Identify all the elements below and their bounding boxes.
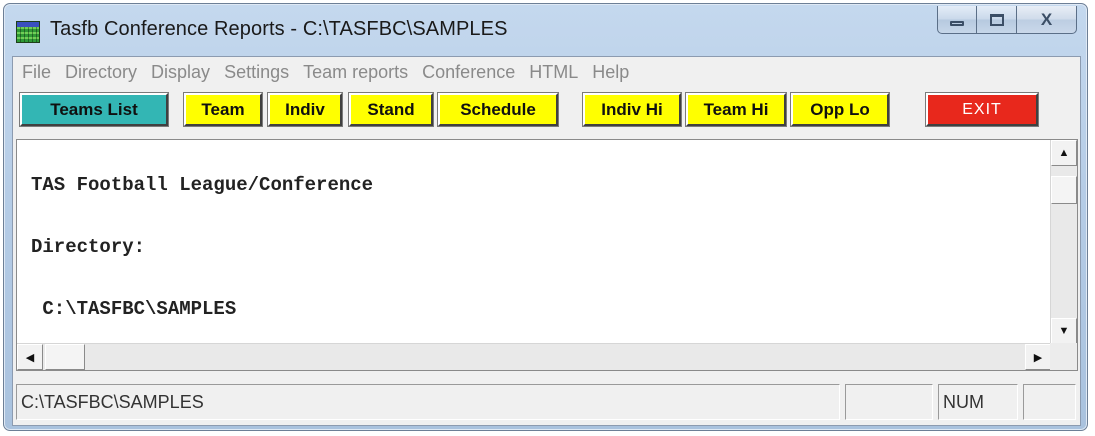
menu-help[interactable]: Help [586, 62, 637, 83]
client-area: File Directory Display Settings Team rep… [12, 56, 1081, 426]
arrow-left-icon: ◀ [25, 351, 35, 364]
report-text-pane[interactable]: TAS Football League/Conference Directory… [16, 139, 1078, 371]
vertical-scroll-thumb[interactable] [1051, 176, 1077, 204]
minimize-button[interactable] [937, 6, 977, 34]
scroll-up-button[interactable]: ▲ [1051, 140, 1077, 166]
report-heading: TAS Football League/Conference [31, 174, 374, 196]
arrow-down-icon: ▼ [1058, 325, 1070, 337]
directory-path: C:\TASFBC\SAMPLES [31, 298, 237, 320]
maximize-icon [989, 13, 1004, 26]
menu-bar: File Directory Display Settings Team rep… [13, 57, 1080, 87]
close-button[interactable]: X [1017, 6, 1077, 34]
directory-label: Directory: [31, 236, 146, 258]
minimize-icon [950, 21, 964, 26]
horizontal-scrollbar[interactable]: ◀ ▶ [17, 343, 1051, 370]
scroll-right-button[interactable]: ▶ [1025, 344, 1051, 370]
horizontal-scroll-thumb[interactable] [45, 344, 85, 370]
close-icon: X [1040, 9, 1053, 29]
vertical-scrollbar[interactable]: ▲ ▼ [1050, 140, 1077, 344]
report-content: TAS Football League/Conference Directory… [17, 140, 1051, 344]
menu-conference[interactable]: Conference [416, 62, 523, 83]
arrow-right-icon: ▶ [1033, 351, 1043, 364]
menu-directory[interactable]: Directory [59, 62, 145, 83]
menu-team-reports[interactable]: Team reports [297, 62, 416, 83]
scroll-down-button[interactable]: ▼ [1051, 318, 1077, 344]
menu-html[interactable]: HTML [523, 62, 586, 83]
indiv-hi-button[interactable]: Indiv Hi [582, 92, 682, 127]
status-panel-2 [845, 384, 933, 420]
app-icon[interactable] [16, 21, 40, 43]
menu-display[interactable]: Display [145, 62, 218, 83]
team-hi-button[interactable]: Team Hi [685, 92, 787, 127]
stand-button[interactable]: Stand [348, 92, 434, 127]
indiv-button[interactable]: Indiv [267, 92, 343, 127]
toolbar: Teams List Team Indiv Stand Schedule Ind… [16, 89, 1076, 133]
schedule-button[interactable]: Schedule [437, 92, 559, 127]
status-num: NUM [938, 384, 1018, 420]
menu-settings[interactable]: Settings [218, 62, 297, 83]
team-button[interactable]: Team [183, 92, 263, 127]
arrow-up-icon: ▲ [1058, 147, 1070, 159]
scroll-left-button[interactable]: ◀ [17, 344, 43, 370]
menu-file[interactable]: File [16, 62, 59, 83]
status-bar: C:\TASFBC\SAMPLES NUM [16, 382, 1078, 422]
opp-lo-button[interactable]: Opp Lo [790, 92, 890, 127]
title-bar[interactable]: Tasfb Conference Reports - C:\TASFBC\SAM… [4, 4, 1087, 56]
window-controls: X [937, 6, 1077, 36]
status-path: C:\TASFBC\SAMPLES [16, 384, 840, 420]
scrollbar-corner [1050, 343, 1077, 370]
maximize-button[interactable] [977, 6, 1017, 34]
status-panel-4 [1023, 384, 1076, 420]
exit-button[interactable]: EXIT [925, 92, 1039, 127]
window-title: Tasfb Conference Reports - C:\TASFBC\SAM… [50, 18, 508, 40]
teams-list-button[interactable]: Teams List [19, 92, 169, 127]
app-window: Tasfb Conference Reports - C:\TASFBC\SAM… [3, 3, 1088, 431]
